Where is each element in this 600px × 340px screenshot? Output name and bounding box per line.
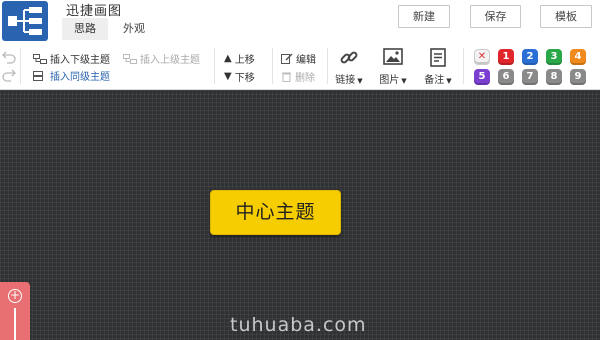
image-icon <box>383 48 403 65</box>
tab-siliu[interactable]: 思路 <box>62 18 108 40</box>
insert-child-button[interactable]: 插入下级主题 <box>33 51 110 66</box>
save-button[interactable]: 保存 <box>470 5 521 28</box>
central-topic[interactable]: 中心主题 <box>210 190 341 235</box>
priority-1-badge[interactable]: 1 <box>498 49 514 65</box>
zoom-slider[interactable] <box>14 308 16 340</box>
image-label: 图片 <box>379 75 400 86</box>
priority-9-badge[interactable]: 9 <box>570 69 586 85</box>
toolbar-divider <box>214 48 215 84</box>
priority-4-badge[interactable]: 4 <box>570 49 586 65</box>
toolbar-divider <box>327 48 328 84</box>
toolbar-divider <box>272 48 273 84</box>
delete-button[interactable]: 删除 <box>281 69 315 84</box>
zoom-panel: + <box>0 282 30 340</box>
priority-5-badge[interactable]: 5 <box>474 69 490 85</box>
toolbar: 插入下级主题 插入上级主题 插入同级主题 ▲ 上移 ▼ 下移 编辑 删除 链接 … <box>0 42 600 90</box>
insert-parent-button[interactable]: 插入上级主题 <box>123 51 200 66</box>
link-icon <box>340 51 358 64</box>
link-label: 链接 <box>335 75 356 86</box>
trash-icon <box>282 72 291 82</box>
arrow-up-icon: ▲ <box>224 53 232 64</box>
insert-parent-label: 插入上级主题 <box>140 55 200 66</box>
priority-7-badge[interactable]: 7 <box>522 69 538 85</box>
insert-parent-icon <box>123 53 137 64</box>
app-logo <box>2 1 48 41</box>
insert-sibling-label: 插入同级主题 <box>50 72 110 83</box>
mindmap-canvas[interactable]: 中心主题 + tuhuaba.com <box>0 90 600 340</box>
priority-8-badge[interactable]: 8 <box>546 69 562 85</box>
edit-button[interactable]: 编辑 <box>281 51 316 66</box>
arrow-down-icon: ▼ <box>224 71 232 82</box>
insert-sibling-icon <box>33 70 43 81</box>
redo-icon[interactable] <box>2 68 16 82</box>
image-dropdown[interactable]: 图片 ▼ <box>374 46 412 88</box>
insert-sibling-button[interactable]: 插入同级主题 <box>33 68 110 83</box>
tab-waiguan[interactable]: 外观 <box>116 18 152 40</box>
app-title: 迅捷画图 <box>66 4 123 19</box>
chevron-down-icon: ▼ <box>357 77 363 85</box>
delete-label: 删除 <box>295 73 315 84</box>
zoom-in-icon[interactable]: + <box>8 289 22 303</box>
priority-6-badge[interactable]: 6 <box>498 69 514 85</box>
edit-label: 编辑 <box>296 55 316 66</box>
priority-2-badge[interactable]: 2 <box>522 49 538 65</box>
move-up-label: 上移 <box>234 55 255 66</box>
chevron-down-icon: ▼ <box>446 77 452 85</box>
chevron-down-icon: ▼ <box>401 77 407 85</box>
template-button[interactable]: 模板 <box>540 5 592 28</box>
new-button[interactable]: 新建 <box>398 5 450 28</box>
toolbar-divider <box>20 48 21 84</box>
app-header: 迅捷画图 思路 外观 新建 保存 模板 <box>0 0 600 42</box>
undo-icon[interactable] <box>2 50 16 64</box>
watermark: tuhuaba.com <box>230 314 367 336</box>
mindmap-logo-icon <box>8 7 42 35</box>
insert-child-icon <box>33 53 47 64</box>
move-up-button[interactable]: ▲ 上移 <box>224 51 255 66</box>
clear-priority-icon[interactable]: ✕ <box>474 49 490 65</box>
insert-child-label: 插入下级主题 <box>50 55 110 66</box>
link-dropdown[interactable]: 链接 ▼ <box>330 46 368 88</box>
priority-3-badge[interactable]: 3 <box>546 49 562 65</box>
note-label: 备注 <box>424 75 445 86</box>
edit-icon <box>281 53 293 64</box>
note-dropdown[interactable]: 备注 ▼ <box>418 46 458 88</box>
move-down-label: 下移 <box>234 73 255 84</box>
note-icon <box>430 48 446 67</box>
move-down-button[interactable]: ▼ 下移 <box>224 69 255 84</box>
toolbar-divider <box>463 48 464 84</box>
